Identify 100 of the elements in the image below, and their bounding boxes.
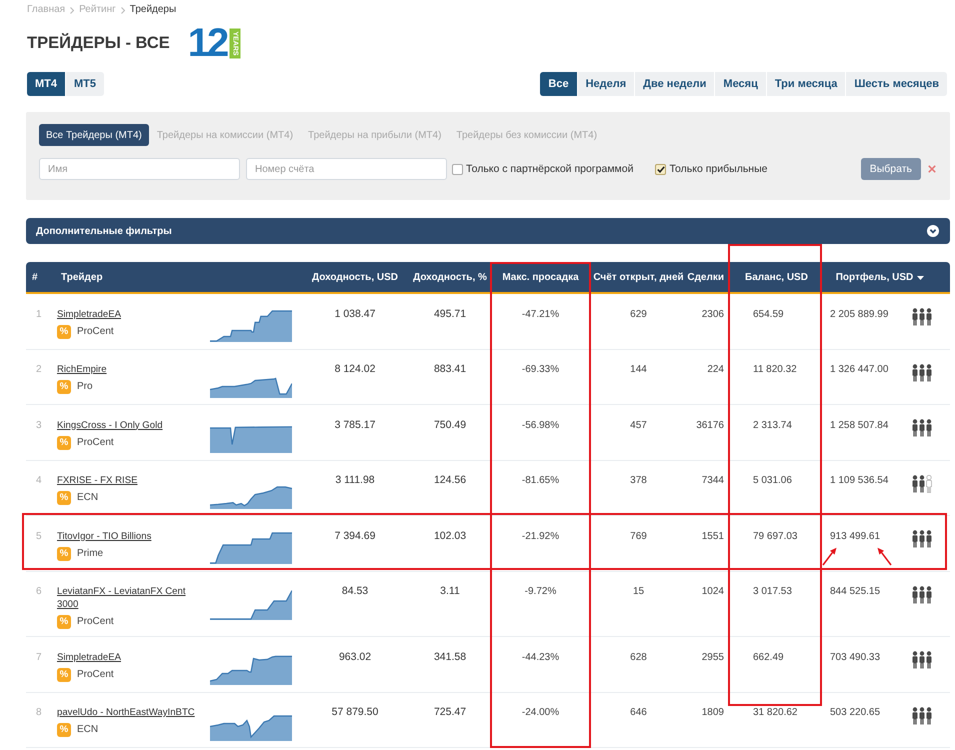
max-drawdown-value: -56.98%: [522, 418, 560, 432]
days-open-value: 378: [630, 474, 647, 487]
column-header[interactable]: Портфель, USD: [836, 272, 914, 282]
period-tab[interactable]: Неделя: [576, 72, 634, 96]
checkbox[interactable]: [452, 164, 463, 174]
account-badge: %: [57, 380, 71, 394]
checkbox-label[interactable]: Только прибыльные: [669, 163, 768, 175]
max-drawdown-value: -81.65%: [522, 474, 560, 487]
period-tab[interactable]: Месяц: [714, 72, 766, 96]
days-open-value: 646: [630, 706, 647, 719]
column-header[interactable]: Трейдер: [61, 272, 103, 282]
account-type: ProCent: [77, 668, 114, 682]
portfolio-value: 703 490.33: [830, 650, 880, 664]
breadcrumb-link[interactable]: Трейдеры: [130, 3, 176, 17]
period-tab[interactable]: Две недели: [634, 72, 714, 96]
days-open-value: 769: [630, 530, 647, 542]
trades-count: 1809: [702, 706, 724, 719]
trader-link[interactable]: RichEmpire: [57, 363, 107, 376]
column-header[interactable]: Доходность, USD: [312, 272, 398, 282]
portfolio-value: 1 326 447.00: [830, 363, 888, 376]
rank-number: 5: [36, 530, 42, 542]
portfolio-value: 913 499.61: [830, 530, 880, 542]
account-badge: %: [57, 546, 71, 560]
rank-number: 4: [36, 474, 42, 487]
days-open-value: 457: [630, 418, 647, 432]
input-field[interactable]: Имя: [39, 158, 240, 180]
income-usd-value: 84.53: [342, 585, 368, 598]
trades-count: 36176: [696, 418, 724, 432]
trader-link[interactable]: SimpletradeEA: [57, 650, 121, 664]
income-percent-value: 883.41: [434, 363, 466, 376]
column-header[interactable]: Счёт открыт, дней: [593, 272, 684, 282]
checkbox[interactable]: [655, 164, 666, 174]
account-type: Prime: [77, 546, 104, 560]
period-tab[interactable]: Все: [540, 72, 577, 96]
account-badge: %: [57, 324, 71, 338]
filter-tab[interactable]: Все Трейдеры (MT4): [39, 124, 149, 146]
balance-value: 654.59: [753, 308, 784, 320]
portfolio-value: 1 109 536.54: [830, 474, 888, 487]
max-drawdown-value: -24.00%: [522, 706, 560, 719]
chevron-down-icon[interactable]: [927, 225, 939, 237]
period-tab[interactable]: Три месяца: [766, 72, 846, 96]
trader-link[interactable]: TitovIgor - TIO Billions: [57, 530, 152, 542]
max-drawdown-value: -47.21%: [522, 308, 560, 320]
account-type: ECN: [77, 723, 98, 737]
account-badge: %: [57, 668, 71, 682]
sort-caret-icon[interactable]: [917, 276, 924, 280]
platform-tab[interactable]: MT5: [65, 72, 104, 96]
income-percent-value: 102.03: [434, 530, 466, 542]
rank-number: 7: [36, 650, 42, 664]
account-badge: %: [57, 436, 71, 450]
trader-link[interactable]: pavelUdo - NorthEastWayInBTC: [57, 706, 195, 719]
chevron-right-icon: [70, 6, 74, 14]
rank-number: 3: [36, 418, 42, 432]
filters-bar[interactable]: Дополнительные фильтры: [26, 218, 950, 244]
account-type: ECN: [77, 491, 98, 505]
period-tab[interactable]: Шесть месяцев: [845, 72, 947, 96]
input-field[interactable]: Номер счёта: [246, 158, 447, 180]
trader-link[interactable]: FXRISE - FX RISE: [57, 474, 138, 487]
account-badge: %: [57, 491, 71, 505]
checkbox-label[interactable]: Только с партнёрской программой: [466, 163, 634, 175]
trades-count: 2955: [702, 650, 724, 664]
balance-value: 79 697.03: [753, 530, 798, 542]
income-percent-value: 124.56: [434, 474, 466, 487]
income-usd-value: 3 111.98: [335, 474, 375, 487]
days-open-value: 629: [630, 308, 647, 320]
income-usd-value: 963.02: [338, 650, 372, 664]
trades-count: 1551: [702, 530, 724, 542]
balance-value: 2 313.74: [753, 418, 792, 432]
portfolio-value: 503 220.65: [830, 706, 880, 719]
rank-number: 8: [36, 706, 42, 719]
column-header[interactable]: Доходность, %: [413, 272, 487, 282]
column-header[interactable]: Баланс, USD: [745, 272, 808, 282]
account-type: ProCent: [77, 324, 114, 338]
trader-link[interactable]: KingsCross - I Only Gold: [57, 418, 163, 432]
income-usd-value: 7 394.69: [334, 530, 376, 542]
column-header[interactable]: #: [32, 272, 38, 282]
balance-value: 662.49: [753, 650, 784, 664]
trades-count: 7344: [702, 474, 724, 487]
income-usd-value: 8 124.02: [334, 363, 376, 376]
chevron-right-icon: [120, 6, 125, 14]
column-header[interactable]: Макс. просадка: [502, 272, 579, 282]
column-header[interactable]: Сделки: [687, 272, 724, 282]
platform-tab[interactable]: MT4: [27, 72, 65, 96]
anniversary-logo-number: 12: [188, 28, 226, 58]
days-open-value: 628: [630, 650, 647, 664]
income-usd-value: 1 038.47: [334, 308, 376, 320]
account-badge: %: [57, 615, 71, 629]
trader-link[interactable]: SimpletradeEA: [57, 308, 121, 320]
balance-value: 3 017.53: [753, 585, 792, 598]
rank-number: 2: [36, 363, 42, 376]
rank-number: 6: [36, 585, 42, 598]
trades-count: 1024: [702, 585, 724, 598]
account-badge: %: [57, 723, 71, 737]
checkmark-icon: [656, 166, 665, 172]
trader-link[interactable]: LeviatanFX - LeviatanFX Cent 3000: [57, 585, 205, 611]
portfolio-value: 1 258 507.84: [830, 418, 888, 432]
trades-count: 2306: [702, 308, 724, 320]
filters-bar-label[interactable]: Дополнительные фильтры: [36, 226, 172, 236]
portfolio-value: 2 205 889.99: [830, 308, 888, 320]
income-percent-value: 725.47: [434, 706, 466, 719]
